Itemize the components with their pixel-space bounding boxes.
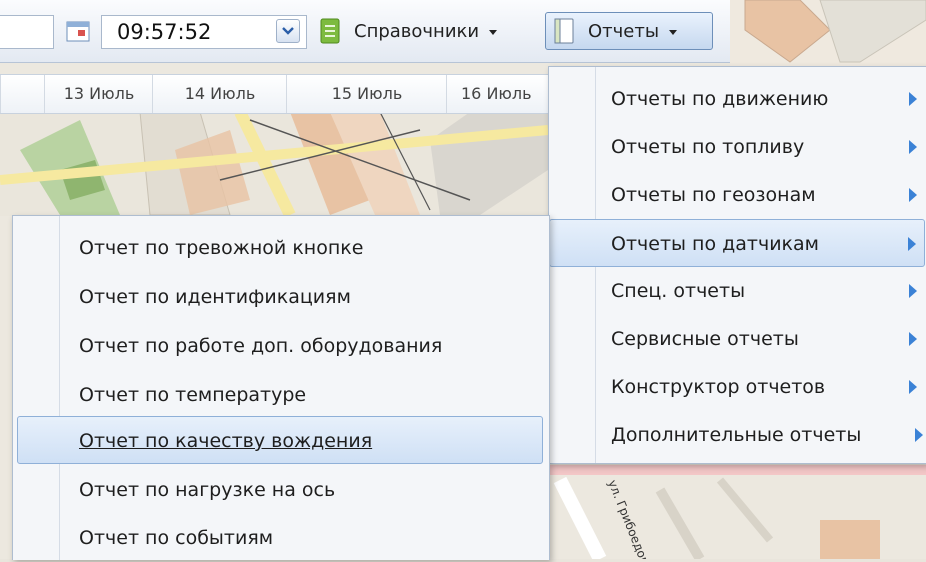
menu-item-temperature-report[interactable]: Отчет по температуре bbox=[13, 371, 547, 419]
timeline-day[interactable]: 14 Июль bbox=[152, 75, 287, 113]
submenu-arrow-icon bbox=[909, 92, 917, 106]
submenu-arrow-icon bbox=[909, 380, 917, 394]
reports-book-icon bbox=[554, 18, 574, 44]
timeline-day[interactable]: 15 Июль bbox=[286, 75, 447, 113]
calendar-icon bbox=[66, 21, 90, 42]
menu-item-label: Отчет по нагрузке на ось bbox=[79, 479, 336, 501]
reports-dropdown-menu: Отчеты по движению Отчеты по топливу Отч… bbox=[548, 66, 926, 464]
menu-item-label: Отчет по качеству вождения bbox=[79, 430, 373, 452]
calendar-button[interactable] bbox=[66, 20, 92, 42]
date-input[interactable] bbox=[0, 15, 54, 49]
menu-item-label: Отчеты по датчикам bbox=[611, 233, 820, 255]
menu-item-label: Сервисные отчеты bbox=[611, 328, 799, 350]
submenu-arrow-icon bbox=[909, 332, 917, 346]
menu-item-service-reports[interactable]: Сервисные отчеты bbox=[549, 315, 925, 363]
menu-item-events-report[interactable]: Отчет по событиям bbox=[13, 514, 547, 562]
menu-item-label: Конструктор отчетов bbox=[611, 376, 826, 398]
reference-menu-label: Справочники bbox=[354, 20, 480, 42]
chevron-down-icon bbox=[282, 27, 294, 35]
menu-item-special-reports[interactable]: Спец. отчеты bbox=[549, 267, 925, 315]
menu-item-label: Отчеты по движению bbox=[611, 88, 829, 110]
toolbar: 09:57:52 Справочники Отчеты bbox=[0, 0, 730, 63]
submenu-arrow-icon bbox=[908, 237, 916, 251]
menu-item-label: Отчет по идентификациям bbox=[79, 286, 351, 308]
menu-item-label: Отчет по событиям bbox=[79, 527, 274, 549]
menu-item-label: Дополнительные отчеты bbox=[611, 424, 862, 446]
menu-item-label: Спец. отчеты bbox=[611, 280, 746, 302]
menu-item-additional-reports[interactable]: Дополнительные отчеты bbox=[549, 411, 925, 459]
reports-menu-button[interactable]: Отчеты bbox=[545, 12, 713, 50]
menu-item-label: Отчет по работе доп. оборудования bbox=[79, 335, 443, 357]
menu-item-sensor-reports[interactable]: Отчеты по датчикам bbox=[549, 219, 925, 267]
menu-item-driving-quality-report[interactable]: Отчет по качеству вождения bbox=[17, 416, 543, 464]
menu-item-label: Отчеты по топливу bbox=[611, 136, 805, 158]
time-dropdown-button[interactable] bbox=[276, 19, 300, 43]
menu-item-label: Отчет по тревожной кнопке bbox=[79, 237, 364, 259]
menu-item-movement-reports[interactable]: Отчеты по движению bbox=[549, 75, 925, 123]
menu-item-label: Отчеты по геозонам bbox=[611, 184, 816, 206]
submenu-arrow-icon bbox=[909, 284, 917, 298]
sensor-reports-submenu: Отчет по тревожной кнопке Отчет по идент… bbox=[12, 215, 550, 560]
menu-item-axle-load-report[interactable]: Отчет по нагрузке на ось bbox=[13, 466, 547, 514]
timeline-day[interactable]: 13 Июль bbox=[44, 75, 153, 113]
menu-item-report-builder[interactable]: Конструктор отчетов bbox=[549, 363, 925, 411]
menu-item-label: Отчет по температуре bbox=[79, 384, 307, 406]
menu-item-panic-button-report[interactable]: Отчет по тревожной кнопке bbox=[13, 224, 547, 272]
reference-book-icon bbox=[320, 18, 340, 44]
timeline-day[interactable]: 16 Июль bbox=[446, 75, 548, 113]
menu-item-extra-equipment-report[interactable]: Отчет по работе доп. оборудования bbox=[13, 322, 547, 370]
submenu-arrow-icon bbox=[909, 188, 917, 202]
timeline: 13 Июль 14 Июль 15 Июль 16 Июль bbox=[0, 74, 548, 114]
submenu-arrow-icon bbox=[915, 428, 923, 442]
reports-menu-label: Отчеты bbox=[588, 20, 660, 42]
timeline-cell[interactable] bbox=[0, 75, 45, 113]
menu-item-geozone-reports[interactable]: Отчеты по геозонам bbox=[549, 171, 925, 219]
submenu-arrow-icon bbox=[909, 140, 917, 154]
caret-down-icon bbox=[669, 29, 678, 35]
caret-down-icon bbox=[489, 29, 498, 35]
menu-item-fuel-reports[interactable]: Отчеты по топливу bbox=[549, 123, 925, 171]
reference-menu-button[interactable]: Справочники bbox=[320, 12, 538, 50]
menu-item-identification-report[interactable]: Отчет по идентификациям bbox=[13, 273, 547, 321]
